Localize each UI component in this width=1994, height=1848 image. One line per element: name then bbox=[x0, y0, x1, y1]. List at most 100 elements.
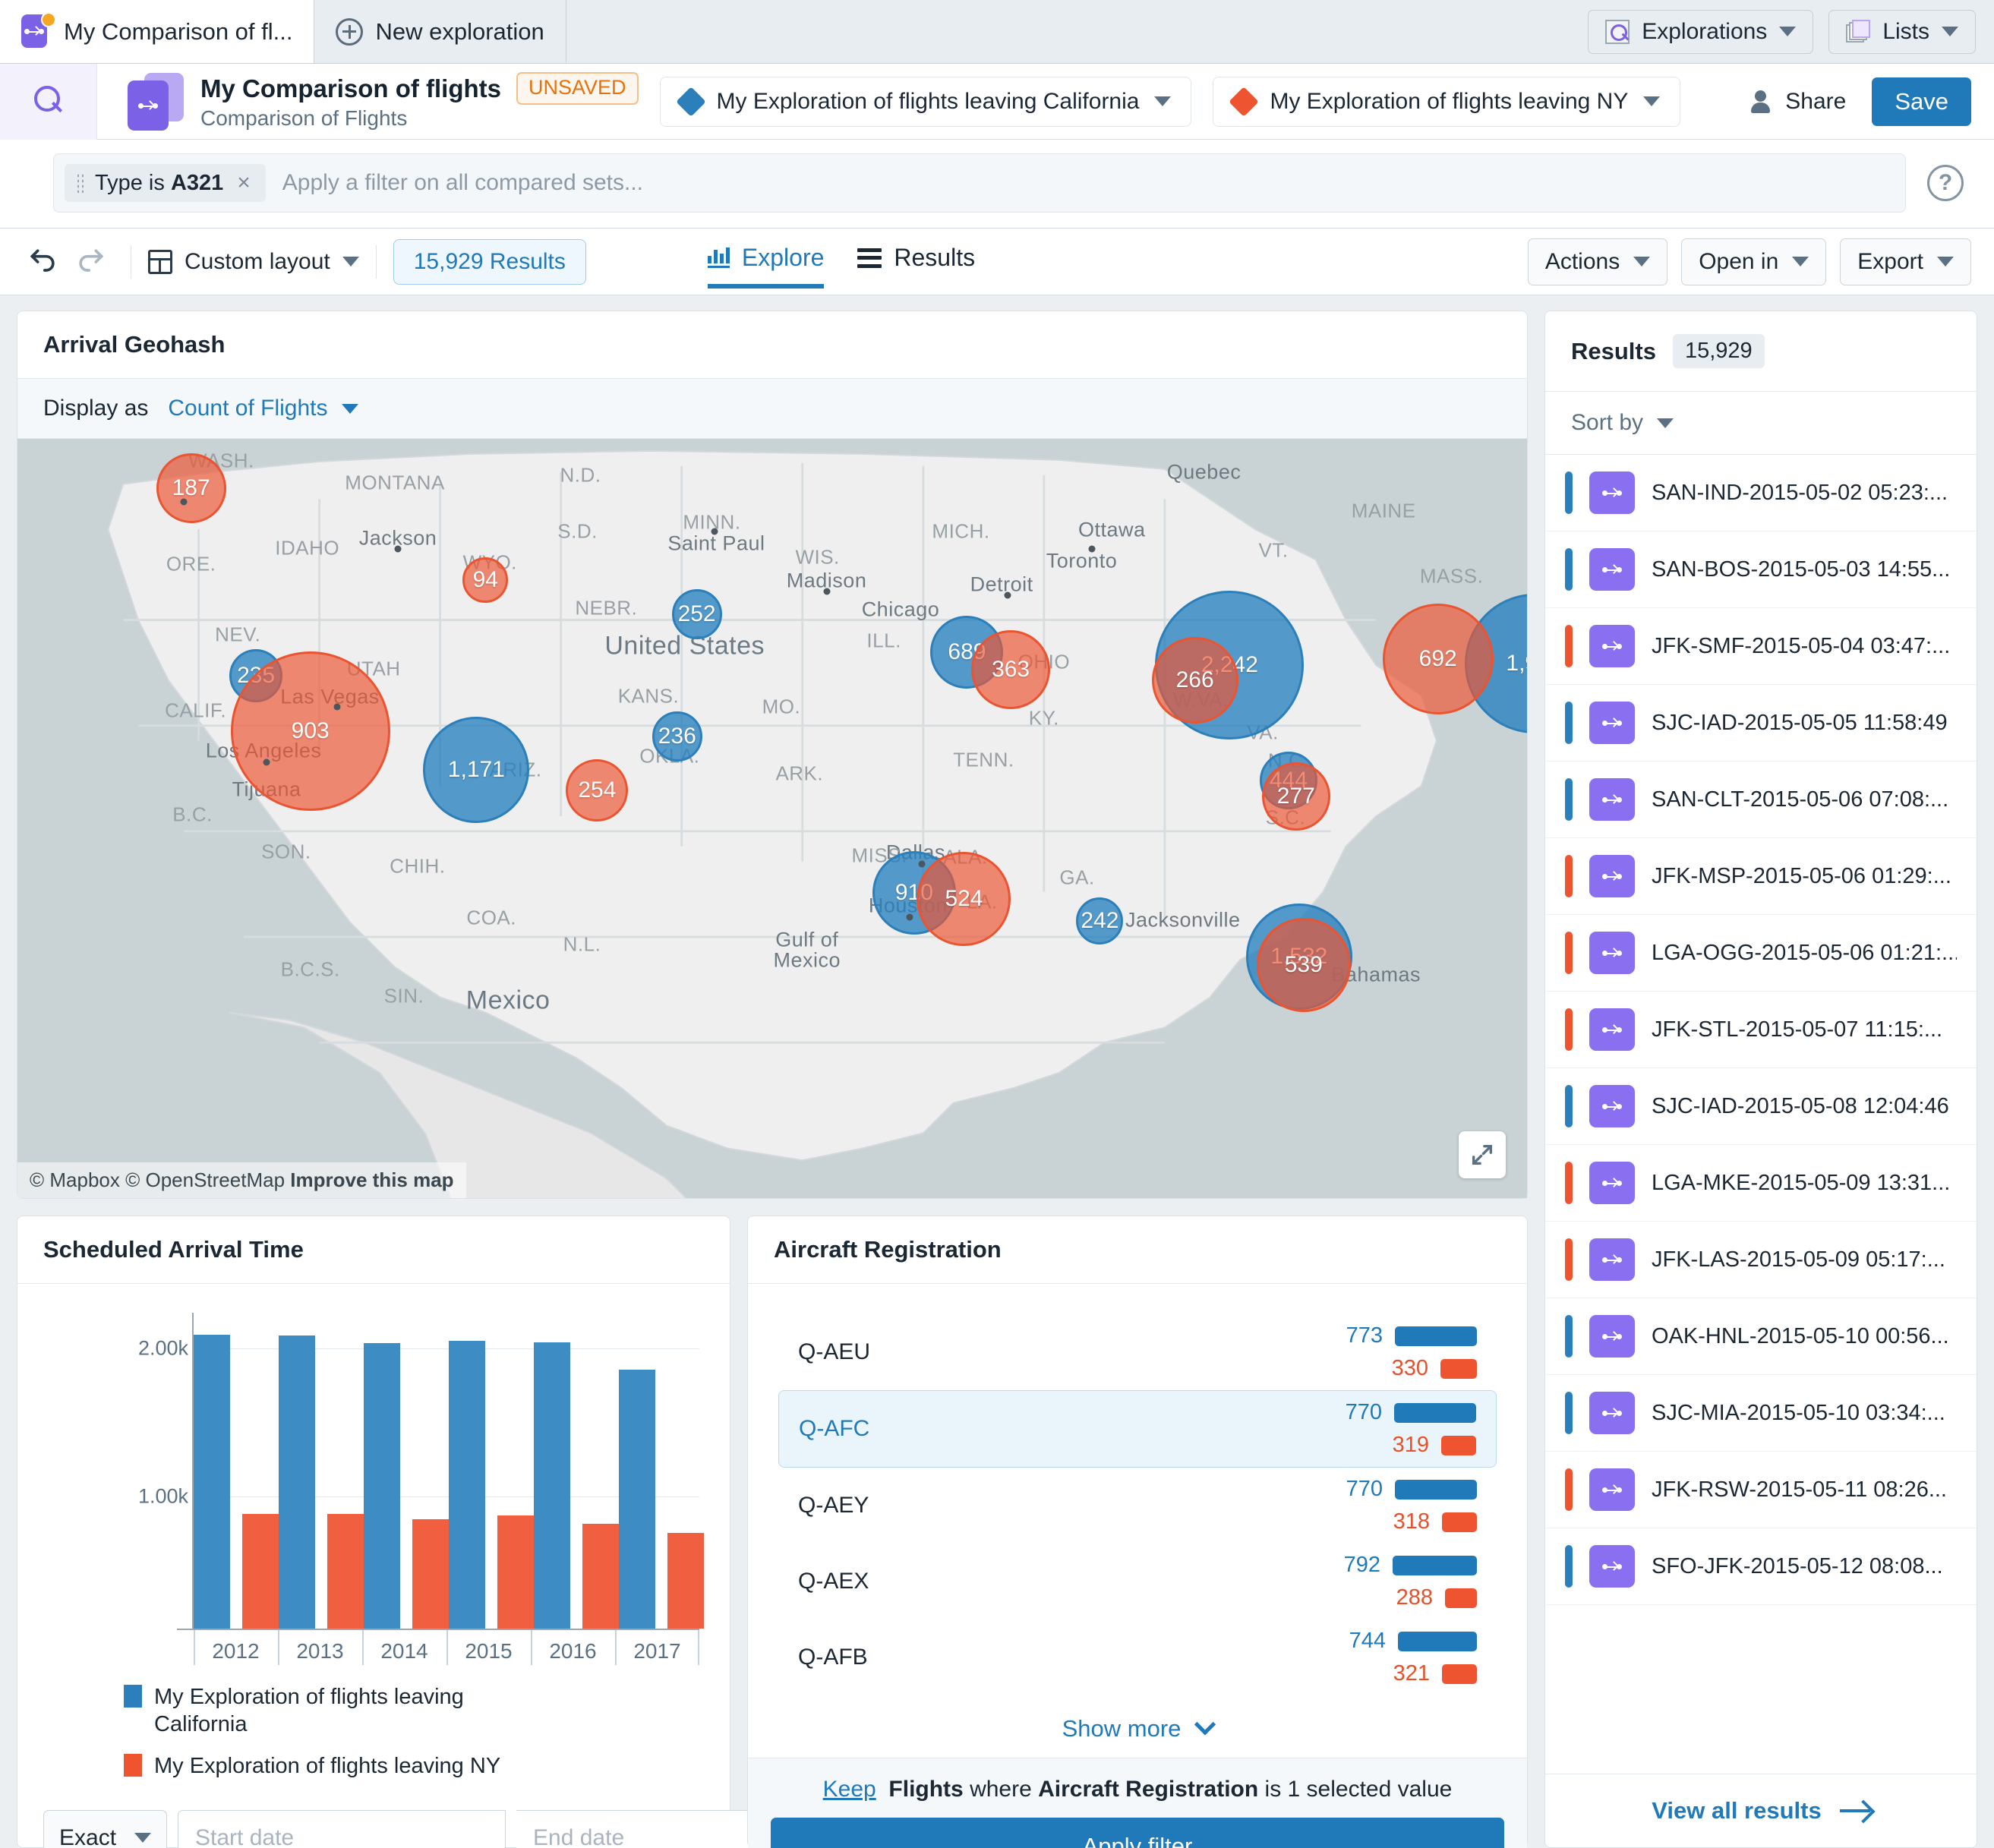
chart-bar[interactable] bbox=[242, 1514, 279, 1629]
registration-row[interactable]: Q-AFB 744 321 bbox=[778, 1619, 1497, 1695]
chart-bar[interactable] bbox=[327, 1513, 364, 1629]
filter-chip-type-a321[interactable]: Type is A321 × bbox=[65, 164, 266, 202]
list-item[interactable]: LGA-MKE-2015-05-09 13:31... bbox=[1545, 1145, 1977, 1222]
keep-link[interactable]: Keep bbox=[823, 1777, 876, 1802]
drag-handle-icon[interactable] bbox=[77, 173, 84, 193]
legend-item[interactable]: My Exploration of flights leaving Califo… bbox=[124, 1683, 549, 1739]
close-icon[interactable]: × bbox=[234, 170, 254, 196]
map-attribution[interactable]: © Mapbox © OpenStreetMap Improve this ma… bbox=[17, 1162, 466, 1198]
map-bubble[interactable]: 236 bbox=[652, 711, 702, 762]
list-item[interactable]: JFK-STL-2015-05-07 11:15:... bbox=[1545, 992, 1977, 1068]
list-item[interactable]: SAN-CLT-2015-05-06 07:08:... bbox=[1545, 762, 1977, 838]
chart-bar[interactable] bbox=[534, 1342, 570, 1629]
list-item[interactable]: JFK-MSP-2015-05-06 01:29:... bbox=[1545, 838, 1977, 915]
list-item[interactable]: SAN-BOS-2015-05-03 14:55... bbox=[1545, 531, 1977, 608]
map-bubble[interactable]: 254 bbox=[566, 759, 629, 822]
registration-row[interactable]: Q-AEY 770 318 bbox=[778, 1468, 1497, 1544]
map-bubble[interactable]: 363 bbox=[971, 630, 1051, 709]
chart-bar[interactable] bbox=[497, 1515, 534, 1629]
registration-row[interactable]: Q-AEX 792 288 bbox=[778, 1544, 1497, 1619]
list-item[interactable]: SFO-JFK-2015-05-12 08:08... bbox=[1545, 1528, 1977, 1605]
chart-bar-group[interactable] bbox=[449, 1313, 534, 1629]
list-item[interactable]: SJC-IAD-2015-05-05 11:58:49 bbox=[1545, 685, 1977, 762]
chart-bar-group[interactable] bbox=[194, 1313, 279, 1629]
chart-bar[interactable] bbox=[194, 1335, 230, 1629]
share-button[interactable]: Share bbox=[1749, 89, 1846, 115]
exploration-selector-california[interactable]: My Exploration of flights leaving Califo… bbox=[659, 76, 1192, 127]
custom-layout-button[interactable]: Custom layout bbox=[148, 249, 359, 275]
date-mode-select[interactable]: Exact bbox=[43, 1809, 168, 1848]
start-date-input[interactable] bbox=[178, 1809, 506, 1848]
map-bubble[interactable]: 1,171 bbox=[423, 717, 530, 823]
redo-button[interactable] bbox=[67, 238, 114, 285]
chart-bar[interactable] bbox=[364, 1342, 400, 1629]
list-item[interactable]: JFK-LAS-2015-05-09 05:17:... bbox=[1545, 1222, 1977, 1298]
registration-row[interactable]: Q-AFC 770 319 bbox=[778, 1390, 1497, 1468]
display-as-value: Count of Flights bbox=[168, 396, 328, 421]
save-button[interactable]: Save bbox=[1872, 77, 1971, 126]
tab-results[interactable]: Results bbox=[857, 244, 975, 279]
chart-bars-layer[interactable] bbox=[194, 1313, 704, 1629]
chart-bar-group[interactable] bbox=[279, 1313, 364, 1629]
list-item[interactable]: SJC-MIA-2015-05-10 03:34:... bbox=[1545, 1375, 1977, 1452]
view-all-results-button[interactable]: View all results bbox=[1545, 1774, 1977, 1847]
list-item[interactable]: OAK-HNL-2015-05-10 00:56... bbox=[1545, 1298, 1977, 1375]
chart-bar[interactable] bbox=[619, 1369, 655, 1629]
list-item[interactable]: JFK-RSW-2015-05-11 08:26... bbox=[1545, 1452, 1977, 1528]
chart-bar[interactable] bbox=[279, 1336, 315, 1629]
map-bubble[interactable]: 266 bbox=[1151, 637, 1238, 724]
map-bubble-value: 236 bbox=[658, 724, 696, 749]
chart-bar[interactable] bbox=[667, 1532, 704, 1629]
chart-bar-group[interactable] bbox=[619, 1313, 704, 1629]
map-bubble[interactable]: 187 bbox=[156, 453, 226, 523]
improve-this-map-link[interactable]: Improve this map bbox=[290, 1168, 453, 1191]
flight-icon bbox=[1589, 702, 1635, 744]
map-bubble[interactable]: 94 bbox=[462, 557, 509, 603]
result-label: JFK-RSW-2015-05-11 08:26... bbox=[1652, 1477, 1947, 1502]
map-bubble[interactable]: 277 bbox=[1261, 762, 1330, 831]
tab-new-exploration[interactable]: New exploration bbox=[314, 0, 566, 63]
results-list[interactable]: SAN-IND-2015-05-02 05:23:... SAN-BOS-2015… bbox=[1545, 455, 1977, 1774]
map-bubble[interactable]: 242 bbox=[1076, 897, 1124, 944]
global-search-button[interactable] bbox=[0, 63, 97, 140]
chart-bar[interactable] bbox=[412, 1518, 449, 1629]
lists-button[interactable]: Lists bbox=[1828, 9, 1976, 54]
map-bubble[interactable]: 903 bbox=[230, 651, 390, 811]
chart-bar[interactable] bbox=[449, 1340, 485, 1629]
explorations-button[interactable]: Explorations bbox=[1588, 9, 1814, 54]
undo-button[interactable] bbox=[20, 238, 67, 285]
open-in-button[interactable]: Open in bbox=[1681, 238, 1827, 285]
map-canvas[interactable]: WASH. MONTANA N.D. MINN. Quebec MAINE ORE. IDAH… bbox=[17, 439, 1527, 1198]
sort-by-button[interactable]: Sort by bbox=[1545, 392, 1977, 455]
chart-bar-group[interactable] bbox=[364, 1313, 449, 1629]
tab-my-comparison[interactable]: My Comparison of fl... bbox=[0, 0, 315, 63]
filter-input-area[interactable]: Type is A321 × Apply a filter on all com… bbox=[53, 153, 1906, 213]
list-item[interactable]: SJC-IAD-2015-05-08 12:04:46 bbox=[1545, 1068, 1977, 1145]
map-bubble[interactable]: 252 bbox=[671, 589, 722, 639]
map-bubble-value: 903 bbox=[291, 718, 330, 743]
map-bubble[interactable]: 524 bbox=[917, 852, 1011, 946]
registration-row[interactable]: Q-AEU 773 330 bbox=[778, 1314, 1497, 1390]
map-bubble[interactable]: 539 bbox=[1256, 918, 1351, 1012]
results-count-button[interactable]: 15,929 Results bbox=[393, 238, 586, 285]
map-expand-button[interactable] bbox=[1459, 1131, 1506, 1178]
legend-item[interactable]: My Exploration of flights leaving NY bbox=[124, 1752, 549, 1780]
chevron-down-icon bbox=[1633, 257, 1651, 266]
list-item[interactable]: LGA-OGG-2015-05-06 01:21:... bbox=[1545, 915, 1977, 992]
display-as-select[interactable]: Count of Flights bbox=[168, 396, 358, 421]
tab-explore[interactable]: Explore bbox=[707, 244, 824, 289]
map-bubble[interactable]: 692 bbox=[1382, 604, 1494, 714]
result-accent-bar bbox=[1565, 1545, 1573, 1588]
result-accent-bar bbox=[1565, 1468, 1573, 1511]
show-more-button[interactable]: Show more bbox=[778, 1695, 1497, 1750]
chart-bar-group[interactable] bbox=[534, 1313, 619, 1629]
export-button[interactable]: Export bbox=[1840, 238, 1971, 285]
list-item[interactable]: SAN-IND-2015-05-02 05:23:... bbox=[1545, 455, 1977, 531]
help-icon[interactable]: ? bbox=[1927, 165, 1964, 201]
display-as-row: Display as Count of Flights bbox=[17, 379, 1527, 439]
chart-bar[interactable] bbox=[582, 1523, 619, 1629]
list-item[interactable]: JFK-SMF-2015-05-04 03:47:... bbox=[1545, 608, 1977, 685]
exploration-selector-ny[interactable]: My Exploration of flights leaving NY bbox=[1213, 76, 1681, 127]
apply-filter-button[interactable]: Apply filter bbox=[771, 1818, 1504, 1848]
actions-button[interactable]: Actions bbox=[1527, 238, 1668, 285]
